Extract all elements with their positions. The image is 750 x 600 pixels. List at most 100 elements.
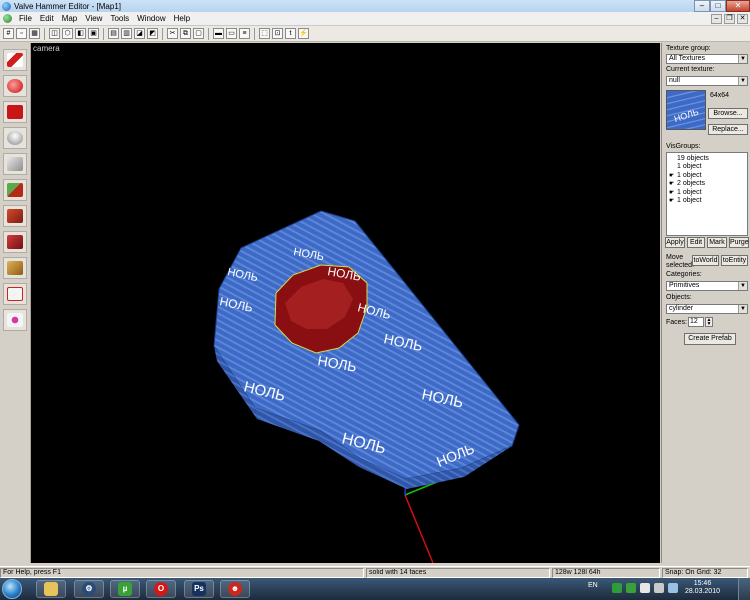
tray-network-icon[interactable] bbox=[640, 583, 650, 593]
carve-icon[interactable]: ▬ bbox=[213, 28, 224, 39]
ungroup-icon[interactable]: ▥ bbox=[121, 28, 132, 39]
decal-tool-icon[interactable] bbox=[3, 231, 27, 253]
magnify-tool-icon[interactable] bbox=[3, 75, 27, 97]
visgroup-row[interactable]: ☛ 2 objects bbox=[669, 180, 745, 189]
menu-edit[interactable]: Edit bbox=[36, 14, 58, 23]
maximize-button[interactable]: □ bbox=[710, 0, 726, 12]
run-map-icon[interactable]: ⚡ bbox=[298, 28, 309, 39]
hollow-icon[interactable]: ▭ bbox=[226, 28, 237, 39]
close-button[interactable]: ✕ bbox=[726, 0, 750, 12]
texture-lock-icon[interactable]: ≡ bbox=[239, 28, 250, 39]
document-icon[interactable] bbox=[3, 14, 12, 23]
apply-button[interactable]: Apply bbox=[665, 237, 685, 248]
browse-button[interactable]: Browse... bbox=[708, 108, 748, 119]
3d-textured-icon[interactable]: ▣ bbox=[88, 28, 99, 39]
texture-tool-icon[interactable] bbox=[3, 179, 27, 201]
texture-group-label: Texture group: bbox=[666, 45, 711, 52]
move-selected-line2: selected: bbox=[666, 262, 695, 269]
grid-larger-icon[interactable]: ▦ bbox=[29, 28, 40, 39]
copy-icon[interactable]: ⧉ bbox=[180, 28, 191, 39]
apply-texture-icon[interactable] bbox=[3, 205, 27, 227]
replace-button[interactable]: Replace... bbox=[708, 124, 748, 135]
selection-tool-icon[interactable] bbox=[3, 49, 27, 71]
taskbar-opera-button[interactable]: O bbox=[146, 580, 176, 598]
create-prefab-button[interactable]: Create Prefab bbox=[684, 333, 736, 345]
menu-window[interactable]: Window bbox=[133, 14, 169, 23]
to-entity-button[interactable]: toEntity bbox=[721, 255, 748, 266]
taskbar-steam-button[interactable]: ⚙ bbox=[74, 580, 104, 598]
visibility-check-icon[interactable]: ☛ bbox=[669, 197, 677, 204]
categories-select[interactable]: Primitives ▼ bbox=[666, 281, 748, 291]
hide-items-icon[interactable]: ◪ bbox=[134, 28, 145, 39]
camera-viewport[interactable]: НОЛЬ НОЛЬ НОЛЬ НОЛЬ НОЛЬ НОЛЬ НОЛЬ НОЛЬ … bbox=[31, 43, 660, 563]
show-items-icon[interactable]: ◩ bbox=[147, 28, 158, 39]
3d-flat-icon[interactable]: ◧ bbox=[75, 28, 86, 39]
entity-tool-icon[interactable] bbox=[3, 127, 27, 149]
3d-wireframe-icon[interactable]: ⬡ bbox=[62, 28, 73, 39]
taskbar-clock[interactable]: 15:46 28.03.2010 bbox=[685, 580, 720, 596]
menu-tools[interactable]: Tools bbox=[106, 14, 133, 23]
chevron-down-icon[interactable]: ▼ bbox=[738, 77, 747, 85]
taskbar-photoshop-button[interactable]: Ps bbox=[184, 580, 214, 598]
faces-spinner[interactable]: ▲ ▼ bbox=[705, 317, 713, 327]
faces-label: Faces: bbox=[666, 319, 688, 326]
visgroup-row[interactable]: ☛ 1 object bbox=[669, 197, 745, 206]
chevron-down-icon[interactable]: ▼ bbox=[738, 282, 747, 290]
visibility-check-icon[interactable]: ☛ bbox=[669, 189, 677, 196]
2d-view-icon[interactable]: ◫ bbox=[49, 28, 60, 39]
grid-smaller-icon[interactable]: ▫ bbox=[16, 28, 27, 39]
doc-restore-button[interactable]: ❐ bbox=[724, 13, 735, 24]
tie-to-entity-icon[interactable]: t bbox=[285, 28, 296, 39]
selection-box-icon[interactable]: ⬚ bbox=[259, 28, 270, 39]
edit-button[interactable]: Edit bbox=[687, 237, 705, 248]
tray-power-icon[interactable] bbox=[668, 583, 678, 593]
purge-button[interactable]: Purge bbox=[729, 237, 749, 248]
visgroup-row[interactable]: 1 object bbox=[669, 163, 745, 172]
mark-button[interactable]: Mark bbox=[707, 237, 727, 248]
clipping-tool-icon[interactable] bbox=[3, 257, 27, 279]
visibility-check-icon[interactable]: ☛ bbox=[669, 180, 677, 187]
group-icon[interactable]: ▤ bbox=[108, 28, 119, 39]
chevron-down-icon[interactable]: ▼ bbox=[738, 55, 747, 63]
vertex-tool-icon[interactable] bbox=[3, 283, 27, 305]
objects-select[interactable]: cylinder ▼ bbox=[666, 304, 748, 314]
language-indicator[interactable]: EN bbox=[588, 582, 598, 589]
tray-icon[interactable] bbox=[612, 583, 622, 593]
camera-tool-icon[interactable] bbox=[3, 101, 27, 123]
menu-map[interactable]: Map bbox=[58, 14, 82, 23]
grid-toggle-icon[interactable]: # bbox=[3, 28, 14, 39]
menu-file[interactable]: File bbox=[15, 14, 36, 23]
minimize-button[interactable]: – bbox=[694, 0, 710, 12]
menu-view[interactable]: View bbox=[81, 14, 106, 23]
faces-input[interactable]: 12 bbox=[688, 317, 704, 327]
texture-application-icon[interactable]: ⊡ bbox=[272, 28, 283, 39]
visgroup-row[interactable]: 19 objects bbox=[669, 154, 745, 163]
chevron-down-icon[interactable]: ▼ bbox=[738, 305, 747, 313]
visgroup-row[interactable]: ☛ 1 object bbox=[669, 171, 745, 180]
path-tool-icon[interactable] bbox=[3, 309, 27, 331]
move-selected-label: Move selected: bbox=[666, 254, 694, 270]
doc-minimize-button[interactable]: – bbox=[711, 13, 722, 24]
menu-help[interactable]: Help bbox=[170, 14, 194, 23]
texture-group-select[interactable]: All Textures ▼ bbox=[666, 54, 748, 64]
tray-utorrent-icon[interactable] bbox=[626, 583, 636, 593]
taskbar-utorrent-button[interactable]: µ bbox=[110, 580, 140, 598]
show-desktop-button[interactable] bbox=[738, 578, 750, 600]
taskbar-explorer-button[interactable] bbox=[36, 580, 66, 598]
taskbar-hammer-button[interactable]: ☻ bbox=[220, 580, 250, 598]
visgroups-list[interactable]: 19 objects 1 object ☛ 1 object ☛ 2 objects… bbox=[666, 152, 748, 236]
visgroup-row[interactable]: ☛ 1 object bbox=[669, 188, 745, 197]
texture-object-panel: Texture group: All Textures ▼ Current te… bbox=[661, 43, 750, 563]
hammer-icon: ☻ bbox=[228, 582, 242, 596]
current-texture-select[interactable]: null ▼ bbox=[666, 76, 748, 86]
paste-icon[interactable]: ▢ bbox=[193, 28, 204, 39]
visibility-check-icon[interactable]: ☛ bbox=[669, 172, 677, 179]
move-selected-line1: Move bbox=[666, 254, 684, 261]
cut-icon[interactable]: ✂ bbox=[167, 28, 178, 39]
doc-close-button[interactable]: ✕ bbox=[737, 13, 748, 24]
start-button[interactable] bbox=[2, 579, 22, 599]
block-tool-icon[interactable] bbox=[3, 153, 27, 175]
to-world-button[interactable]: toWorld bbox=[692, 255, 719, 266]
tray-volume-icon[interactable] bbox=[654, 583, 664, 593]
opera-icon: O bbox=[154, 582, 168, 596]
